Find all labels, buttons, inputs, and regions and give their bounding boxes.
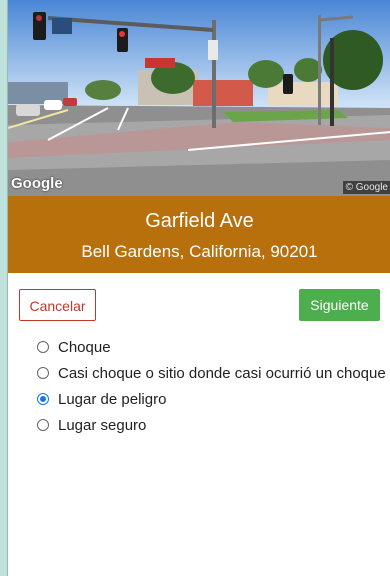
option-lugar-de-peligro[interactable]: Lugar de peligro [37, 386, 387, 412]
address-header: Garfield Ave Bell Gardens, California, 9… [8, 196, 390, 273]
cancel-button[interactable]: Cancelar [19, 289, 96, 321]
report-panel: Google © Google Garfield Ave Bell Garden… [7, 0, 390, 576]
city-line: Bell Gardens, California, 90201 [81, 242, 318, 261]
option-lugar-seguro[interactable]: Lugar seguro [37, 412, 387, 438]
radio-button[interactable] [37, 367, 49, 379]
google-copyright: © Google [342, 181, 390, 194]
report-type-options: Choque Casi choque o sitio donde casi oc… [37, 334, 387, 438]
option-casi-choque[interactable]: Casi choque o sitio donde casi ocurrió u… [37, 360, 387, 386]
option-label: Choque [58, 338, 111, 356]
radio-button[interactable] [37, 341, 49, 353]
google-logo: Google [11, 175, 63, 192]
option-label: Casi choque o sitio donde casi ocurrió u… [58, 364, 386, 382]
radio-button-selected[interactable] [37, 393, 49, 405]
next-button[interactable]: Siguiente [299, 289, 380, 321]
radio-button[interactable] [37, 419, 49, 431]
option-choque[interactable]: Choque [37, 334, 387, 360]
street-view-scene [8, 0, 390, 196]
option-label: Lugar seguro [58, 416, 147, 434]
street-name: Garfield Ave [145, 210, 254, 232]
option-label: Lugar de peligro [58, 390, 167, 408]
street-view-image[interactable]: Google © Google [8, 0, 390, 196]
